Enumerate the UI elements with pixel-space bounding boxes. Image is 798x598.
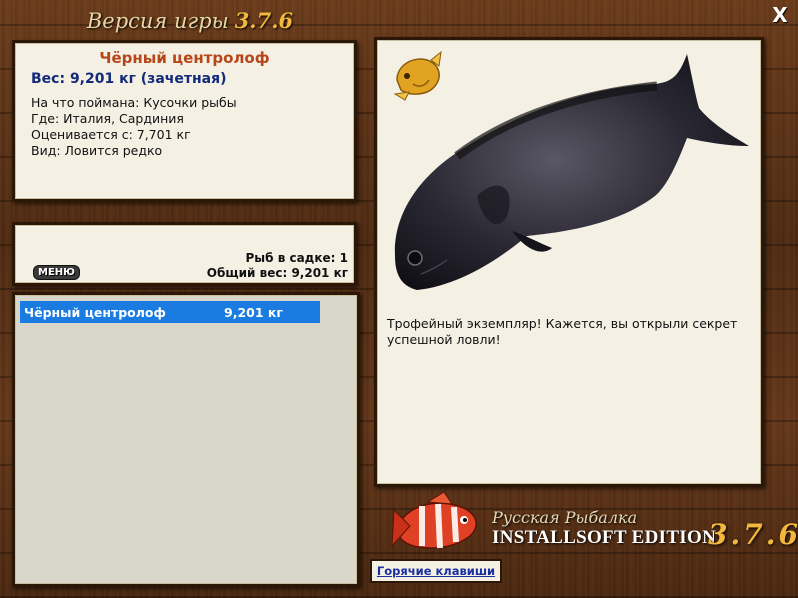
version-number: 3.7.6 xyxy=(234,8,294,33)
fish-display-panel: Трофейный экземпляр! Кажется, вы открыли… xyxy=(374,37,764,487)
fish-name: Чёрный центролоф xyxy=(99,49,270,67)
trophy-message: Трофейный экземпляр! Кажется, вы открыли… xyxy=(387,316,738,347)
total-weight: Общий вес: 9,201 кг xyxy=(206,266,348,280)
brand-edition: INSTALLSOFT EDITION xyxy=(492,527,717,548)
red-fish-logo-icon xyxy=(391,491,477,549)
brand-version: 3.7.6 xyxy=(708,518,798,551)
location-line: Где: Италия, Сардиния xyxy=(31,111,184,126)
gold-fish-medal-icon xyxy=(393,50,442,101)
keepnet-summary-panel: МЕНЮ Рыб в садке: 1 Общий вес: 9,201 кг xyxy=(12,222,357,286)
keepnet-stats: Рыб в садке: 1 Общий вес: 9,201 кг xyxy=(207,251,348,281)
list-item-name: Чёрный центролоф xyxy=(24,304,166,320)
version-label: Версия игры xyxy=(86,9,229,33)
bait-line: На что поймана: Кусочки рыбы xyxy=(31,95,237,110)
hotkeys-button[interactable]: Горячие клавиши xyxy=(370,559,502,583)
species-line: Вид: Ловится редко xyxy=(31,143,163,158)
menu-button[interactable]: МЕНЮ xyxy=(33,265,80,280)
close-button[interactable]: X xyxy=(770,4,790,26)
fish-weight: Вес: 9,201 кг (зачетная) xyxy=(31,71,227,87)
list-item[interactable]: Чёрный центролоф 9,201 кг xyxy=(20,301,320,323)
catch-info-panel: Чёрный центролоф Вес: 9,201 кг (зачетная… xyxy=(12,40,357,202)
rating-line: Оценивается с: 7,701 кг xyxy=(31,127,191,142)
brand-subtitle: Русская Рыбалка xyxy=(492,508,638,527)
list-item-weight: 9,201 кг xyxy=(224,304,283,320)
fish-count: Рыб в садке: 1 xyxy=(245,251,349,265)
game-version-title: Версия игры 3.7.6 xyxy=(0,8,380,33)
fish-list: Чёрный центролоф 9,201 кг xyxy=(12,292,360,587)
branding: Русская Рыбалка INSTALLSOFT EDITION 3.7.… xyxy=(388,490,798,560)
